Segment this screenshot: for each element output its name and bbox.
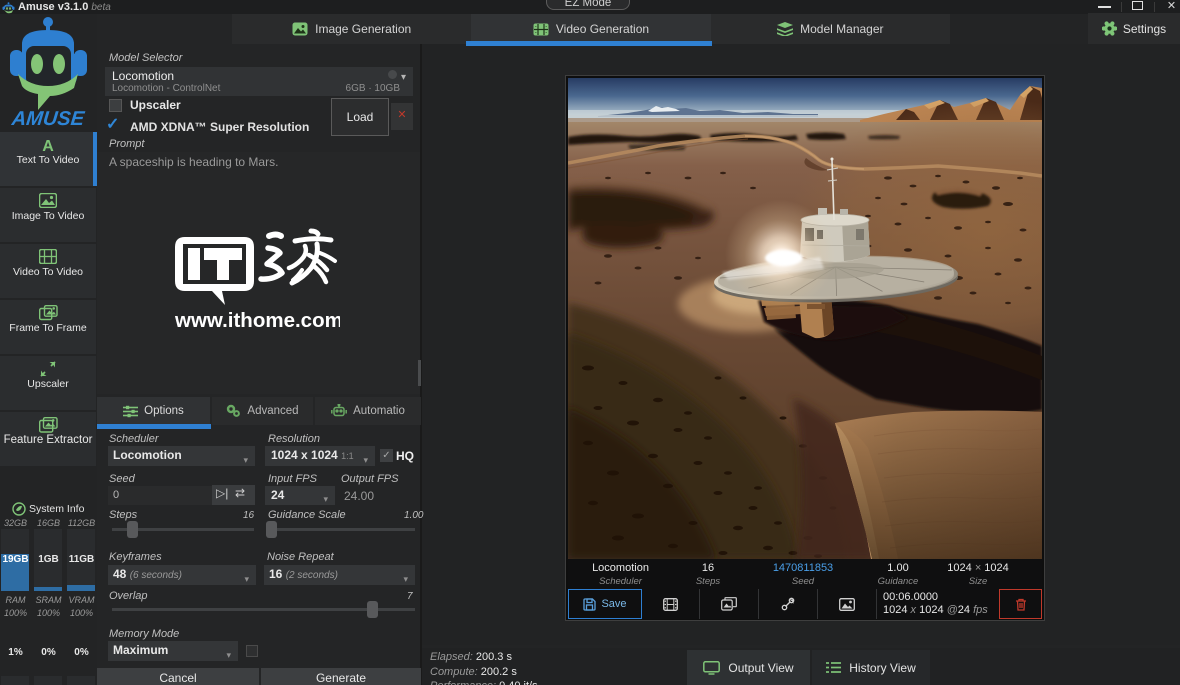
svg-text:AMUSE: AMUSE <box>10 108 86 130</box>
svg-text:A: A <box>42 138 54 153</box>
svg-text:www.ithome.com: www.ithome.com <box>174 309 340 332</box>
